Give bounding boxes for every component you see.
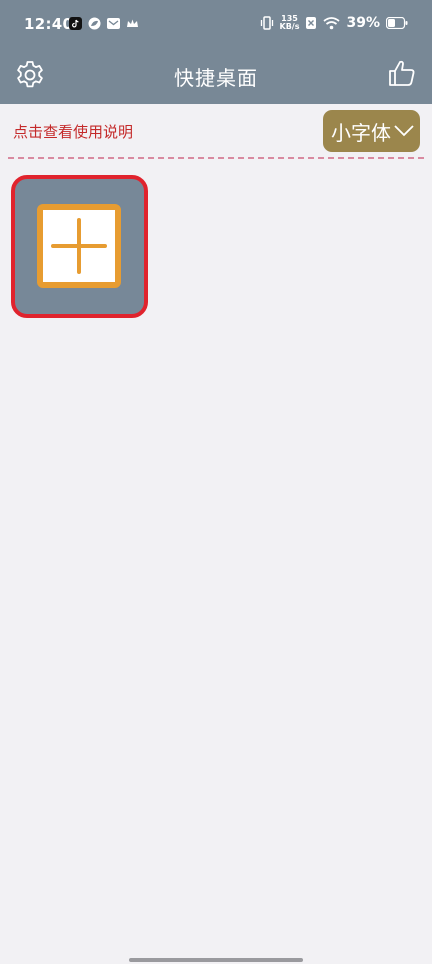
no-sim-icon — [306, 17, 317, 29]
status-time: 12:40 — [24, 15, 74, 33]
crown-icon — [127, 19, 138, 27]
status-indicators: 135 KB/s 39% — [260, 15, 409, 31]
notification-icons — [69, 17, 139, 30]
battery-icon — [386, 17, 408, 29]
plus-icon — [51, 218, 107, 274]
font-size-selected: 小字体 — [331, 120, 391, 145]
network-speed-unit: KB/s — [279, 22, 300, 31]
add-shortcut-tile[interactable] — [11, 175, 148, 318]
mail-icon — [107, 18, 120, 29]
add-box — [37, 204, 121, 288]
battery-percent: 39% — [346, 15, 380, 31]
app-leaf-icon — [88, 17, 101, 30]
vibrate-icon — [260, 16, 273, 30]
wifi-icon — [323, 17, 341, 30]
dashed-divider — [8, 157, 424, 159]
home-indicator[interactable] — [129, 958, 303, 962]
top-bar: 12:40 135 KB/s 39% 快捷桌面 — [0, 0, 432, 104]
chevron-down-icon — [394, 125, 414, 137]
thumbs-up-icon[interactable] — [386, 57, 418, 89]
status-bar: 12:40 135 KB/s 39% — [0, 0, 432, 50]
tiktok-icon — [69, 17, 82, 30]
font-size-dropdown[interactable]: 小字体 — [323, 110, 420, 152]
usage-instructions-link[interactable]: 点击查看使用说明 — [13, 121, 133, 142]
network-speed: 135 KB/s — [280, 15, 300, 31]
title-bar: 快捷桌面 — [0, 50, 432, 104]
page-title: 快捷桌面 — [174, 66, 258, 90]
